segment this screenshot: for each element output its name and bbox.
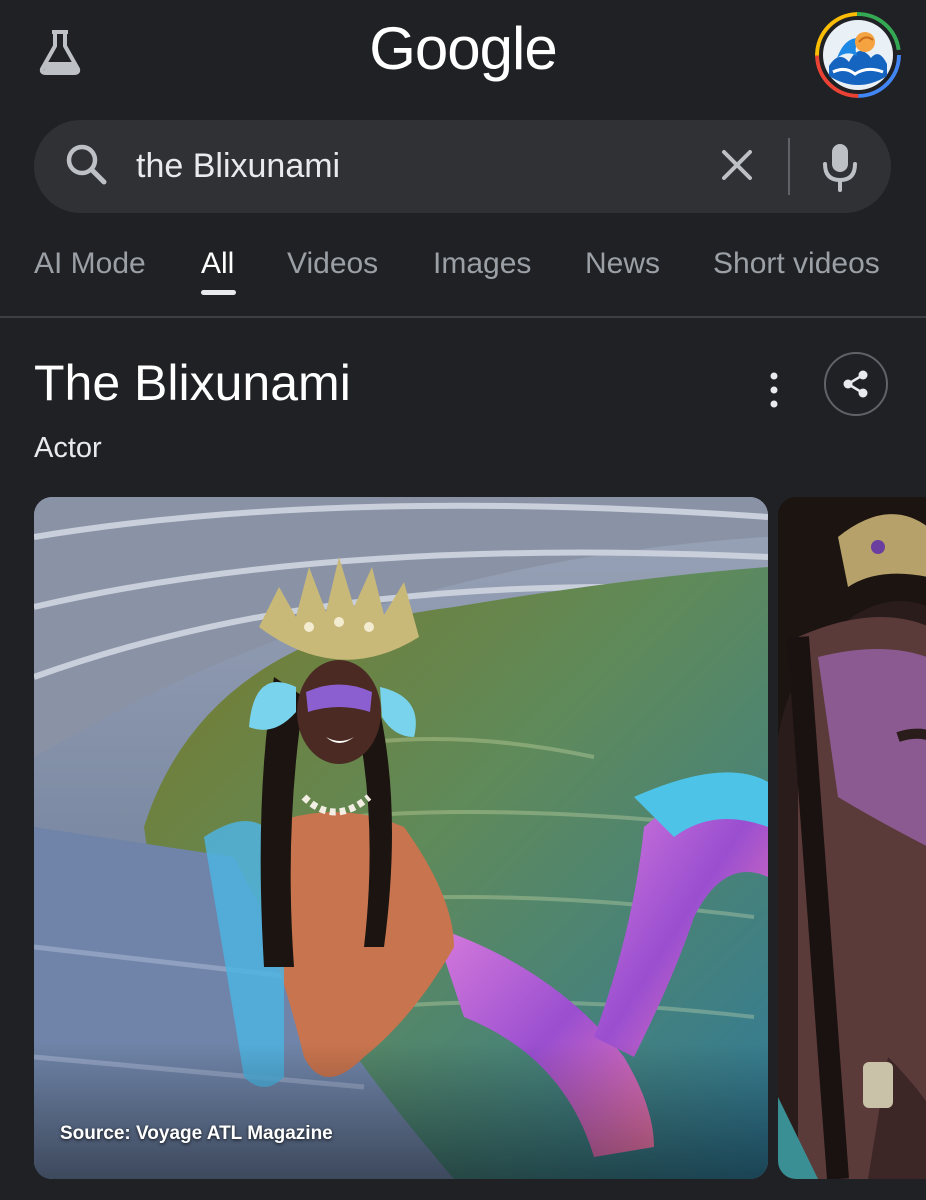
search-icon[interactable]	[62, 140, 112, 190]
close-icon[interactable]	[712, 140, 762, 190]
search-divider	[788, 138, 790, 195]
tab-short-videos[interactable]: Short videos	[713, 236, 880, 292]
avatar-icon[interactable]	[815, 12, 901, 98]
mermaid-photo	[34, 497, 768, 1179]
active-tab-indicator	[201, 290, 236, 295]
tab-ai-mode[interactable]: AI Mode	[34, 236, 146, 292]
tab-news[interactable]: News	[585, 236, 660, 292]
google-logo[interactable]: Google	[0, 14, 926, 83]
entity-image-main[interactable]	[34, 497, 768, 1179]
search-input[interactable]	[136, 130, 696, 202]
entity-title: The Blixunami	[34, 355, 351, 411]
tabs-divider	[0, 316, 926, 318]
top-app-bar: Google	[0, 0, 926, 110]
tab-videos[interactable]: Videos	[287, 236, 378, 292]
tab-all[interactable]: All	[201, 236, 234, 292]
mic-icon[interactable]	[815, 138, 865, 194]
share-button[interactable]	[824, 352, 888, 416]
image-source-caption: Source: Voyage ATL Magazine	[60, 1123, 333, 1144]
tab-images[interactable]: Images	[433, 236, 531, 292]
search-tabs: AI Mode All Videos Images News Short vid…	[0, 236, 926, 296]
entity-image-secondary[interactable]	[778, 497, 926, 1179]
entity-subtitle: Actor	[34, 432, 102, 464]
share-icon	[843, 370, 868, 398]
more-vert-icon[interactable]	[754, 366, 794, 414]
closeup-photo	[778, 497, 926, 1179]
